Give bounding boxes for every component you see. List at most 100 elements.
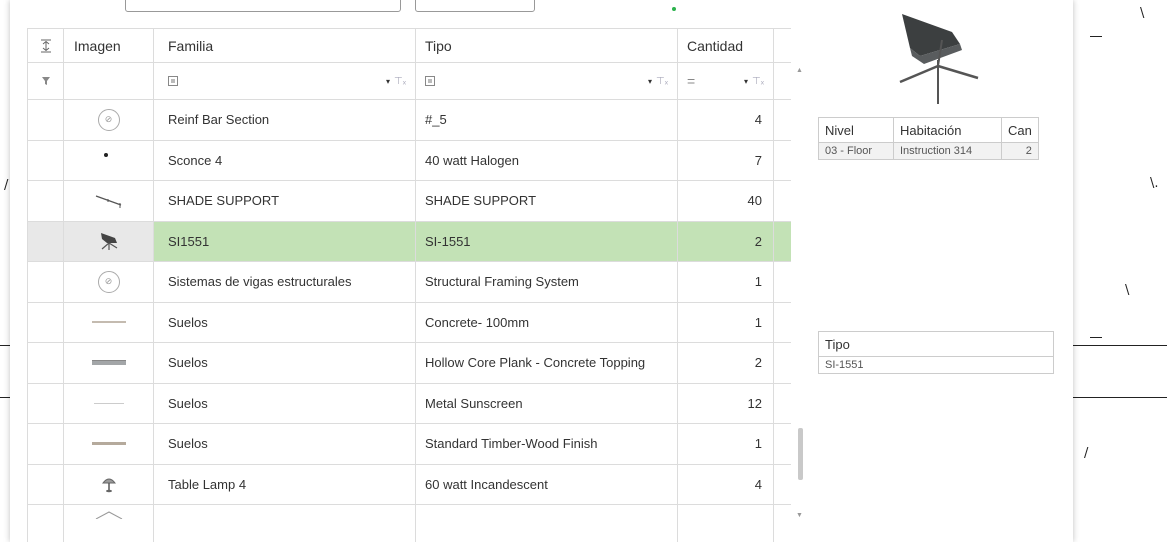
cell-familia bbox=[154, 505, 416, 542]
cad-stroke: / bbox=[1084, 446, 1089, 461]
column-header-tipo[interactable]: Tipo bbox=[416, 29, 678, 62]
cad-stroke: \ bbox=[1125, 283, 1130, 298]
table-row[interactable]: Suelos Standard Timber-Wood Finish 1 bbox=[27, 424, 791, 465]
cell-tipo: Standard Timber-Wood Finish bbox=[416, 424, 678, 464]
column-header-habitacion[interactable]: Habitación bbox=[893, 117, 1002, 143]
table-row-partial[interactable] bbox=[27, 505, 791, 542]
floor-thin-icon bbox=[64, 302, 154, 342]
cell-tipo: Structural Framing System bbox=[416, 262, 678, 302]
cell-nivel: 03 - Floor bbox=[818, 142, 894, 160]
cell-familia: Suelos bbox=[154, 383, 416, 423]
search-input[interactable] bbox=[125, 0, 401, 12]
cell-cantidad: 1 bbox=[678, 424, 774, 464]
cell-familia: Sconce 4 bbox=[154, 140, 416, 180]
table-row[interactable]: Suelos Hollow Core Plank - Concrete Topp… bbox=[27, 343, 791, 384]
column-header-familia[interactable]: Familia bbox=[154, 29, 416, 62]
cell-tipo: Metal Sunscreen bbox=[416, 383, 678, 423]
cell-cantidad bbox=[678, 505, 774, 542]
cell-tipo: SI-1551 bbox=[416, 221, 678, 261]
column-header-nivel[interactable]: Nivel bbox=[818, 117, 894, 143]
cell-tipo: 40 watt Halogen bbox=[416, 140, 678, 180]
row-height-toggle-icon[interactable] bbox=[27, 29, 64, 62]
cell-familia: Suelos bbox=[154, 302, 416, 342]
cell-cantidad: 4 bbox=[678, 464, 774, 504]
cad-stroke: \ bbox=[1140, 6, 1145, 21]
scrollbar-thumb[interactable] bbox=[798, 428, 803, 480]
chevron-down-icon[interactable]: ▾ bbox=[648, 77, 652, 86]
cell-cantidad: 2 bbox=[1001, 142, 1039, 160]
cell-cantidad: 2 bbox=[678, 343, 774, 383]
table-row[interactable]: ⊘ Reinf Bar Section #_5 4 bbox=[27, 100, 791, 141]
cad-line bbox=[1090, 337, 1102, 338]
equals-operator[interactable]: = bbox=[687, 73, 695, 89]
cell-tipo bbox=[416, 505, 678, 542]
filter-options-icon[interactable] bbox=[168, 76, 178, 86]
row-indicator[interactable] bbox=[27, 221, 64, 261]
row-indicator[interactable] bbox=[27, 464, 64, 504]
cell-familia: Table Lamp 4 bbox=[154, 464, 416, 504]
row-indicator[interactable] bbox=[27, 383, 64, 423]
row-indicator[interactable] bbox=[27, 262, 64, 302]
no-image-icon: ⊘ bbox=[64, 262, 154, 302]
chevron-down-icon[interactable]: ▾ bbox=[386, 77, 390, 86]
filter-cell-imagen bbox=[64, 63, 154, 99]
table-row[interactable]: 03 - Floor Instruction 314 2 bbox=[818, 142, 1039, 160]
floor-light-icon bbox=[64, 383, 154, 423]
table-row[interactable]: Sconce 4 40 watt Halogen 7 bbox=[27, 140, 791, 181]
cell-tipo: Hollow Core Plank - Concrete Topping bbox=[416, 343, 678, 383]
filter-icon[interactable] bbox=[27, 63, 64, 99]
table-row[interactable]: SHADE SUPPORT SHADE SUPPORT 40 bbox=[27, 181, 791, 222]
status-dot bbox=[672, 7, 676, 11]
chair-preview-image bbox=[890, 10, 1000, 106]
row-indicator[interactable] bbox=[27, 181, 64, 221]
chair-icon bbox=[64, 221, 154, 261]
table-row[interactable]: Table Lamp 4 60 watt Incandescent 4 bbox=[27, 464, 791, 505]
cell-cantidad: 1 bbox=[678, 262, 774, 302]
table-row-selected[interactable]: SI1551 SI-1551 2 bbox=[27, 221, 791, 262]
sconce-icon bbox=[64, 140, 154, 180]
cell-cantidad: 4 bbox=[678, 100, 774, 140]
shade-support-icon bbox=[64, 181, 154, 221]
row-indicator[interactable] bbox=[27, 424, 64, 464]
column-header-cantidad[interactable]: Cantidad bbox=[678, 29, 774, 62]
table-lamp-icon bbox=[64, 464, 154, 504]
location-table: Nivel Habitación Can 03 - Floor Instruct… bbox=[818, 117, 1039, 160]
row-indicator[interactable] bbox=[27, 302, 64, 342]
floor-wood-icon bbox=[64, 424, 154, 464]
dropdown-select[interactable] bbox=[415, 0, 535, 12]
row-indicator[interactable] bbox=[27, 505, 64, 542]
clear-filter-icon[interactable]: ⊤ₓ bbox=[656, 76, 668, 87]
table-row[interactable]: Suelos Metal Sunscreen 12 bbox=[27, 383, 791, 424]
table-header-row: Imagen Familia Tipo Cantidad bbox=[27, 28, 791, 63]
cell-familia: SHADE SUPPORT bbox=[154, 181, 416, 221]
scroll-up-arrow-icon[interactable]: ▲ bbox=[796, 67, 803, 74]
chevron-down-icon[interactable]: ▾ bbox=[744, 77, 748, 86]
tipo-table: Tipo SI-1551 bbox=[818, 331, 1054, 374]
row-indicator[interactable] bbox=[27, 140, 64, 180]
cell-cantidad: 12 bbox=[678, 383, 774, 423]
cell-tipo: #_5 bbox=[416, 100, 678, 140]
roof-icon bbox=[64, 505, 154, 542]
clear-filter-icon[interactable]: ⊤ₓ bbox=[394, 76, 406, 87]
filter-cantidad[interactable]: = ▾ ⊤ₓ bbox=[678, 63, 774, 99]
table-row[interactable]: Suelos Concrete- 100mm 1 bbox=[27, 302, 791, 343]
cell-tipo: 60 watt Incandescent bbox=[416, 464, 678, 504]
table-row[interactable]: ⊘ Sistemas de vigas estructurales Struct… bbox=[27, 262, 791, 303]
cad-stroke: / bbox=[4, 178, 9, 193]
cell-cantidad: 2 bbox=[678, 221, 774, 261]
cell-familia: Suelos bbox=[154, 343, 416, 383]
column-header-imagen[interactable]: Imagen bbox=[64, 29, 154, 62]
filter-tipo[interactable]: ▾ ⊤ₓ bbox=[416, 63, 678, 99]
cell-familia: Sistemas de vigas estructurales bbox=[154, 262, 416, 302]
row-indicator[interactable] bbox=[27, 343, 64, 383]
cad-line bbox=[1090, 36, 1102, 37]
column-header-tipo[interactable]: Tipo bbox=[818, 331, 1054, 357]
clear-filter-icon[interactable]: ⊤ₓ bbox=[752, 76, 764, 87]
scroll-down-arrow-icon[interactable]: ▼ bbox=[796, 512, 803, 519]
filter-options-icon[interactable] bbox=[425, 76, 435, 86]
no-image-icon: ⊘ bbox=[64, 100, 154, 140]
column-header-cantidad[interactable]: Can bbox=[1001, 117, 1039, 143]
row-indicator[interactable] bbox=[27, 100, 64, 140]
filter-familia[interactable]: ▾ ⊤ₓ bbox=[154, 63, 416, 99]
cell-tipo: Concrete- 100mm bbox=[416, 302, 678, 342]
